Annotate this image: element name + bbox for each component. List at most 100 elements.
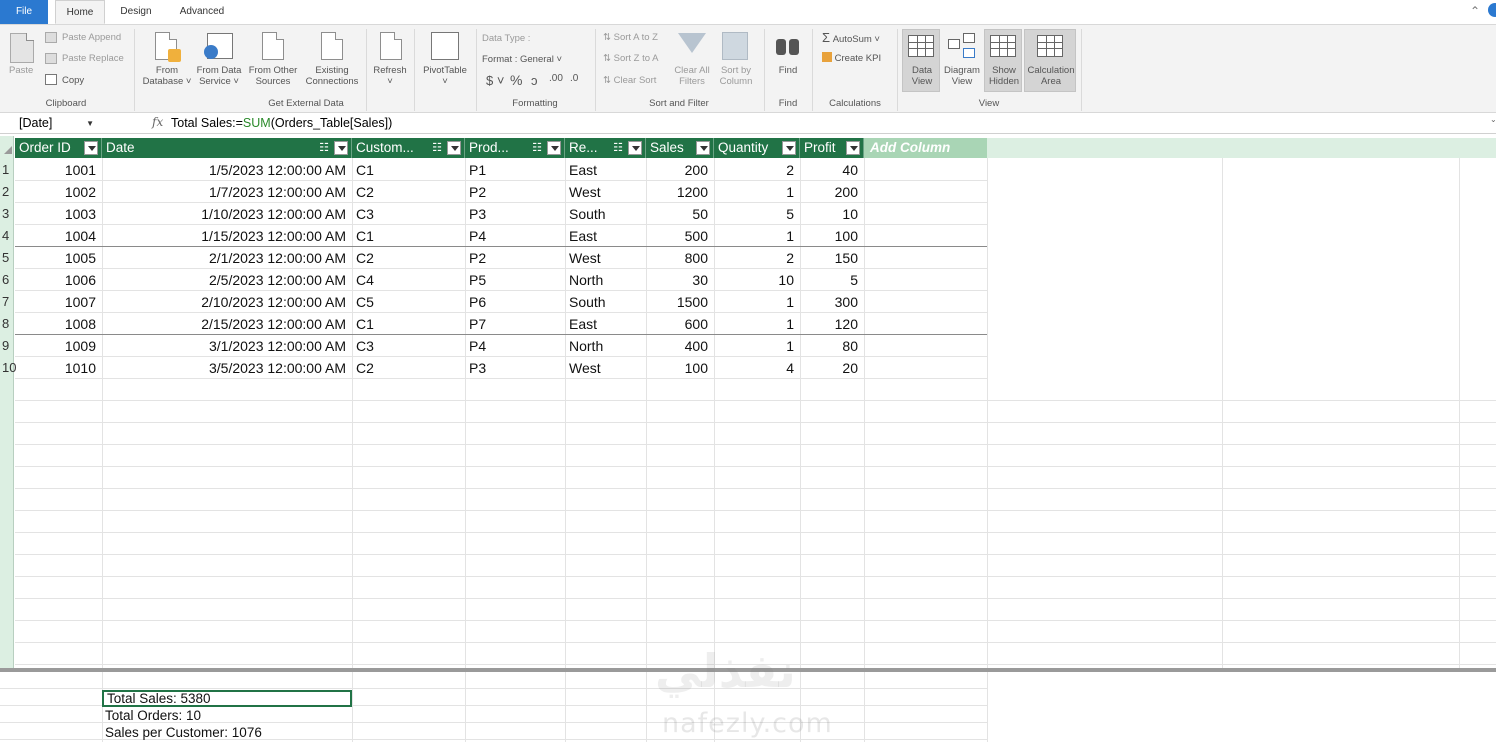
from-data-service-button[interactable]: From Data Service ˅ — [193, 65, 245, 87]
cell-customer[interactable]: C2 — [352, 357, 465, 379]
cell-date[interactable]: 3/5/2023 12:00:00 AM — [102, 357, 352, 379]
cell-region[interactable]: East — [565, 313, 646, 335]
cell-product[interactable]: P4 — [465, 335, 565, 357]
filter-dropdown-icon[interactable] — [84, 141, 98, 155]
cell-quantity[interactable]: 4 — [714, 357, 800, 379]
name-box[interactable]: [Date] ▼ — [14, 115, 100, 132]
header-product[interactable]: Prod... ☷ — [465, 138, 565, 158]
cell-profit[interactable]: 40 — [800, 159, 864, 181]
cell-quantity[interactable]: 5 — [714, 203, 800, 225]
cell-date[interactable]: 1/5/2023 12:00:00 AM — [102, 159, 352, 181]
copy-button[interactable]: Copy — [62, 75, 84, 86]
header-customer[interactable]: Custom... ☷ — [352, 138, 465, 158]
cell-customer[interactable]: C1 — [352, 159, 465, 181]
cell-sales[interactable]: 800 — [646, 247, 714, 269]
cell-product[interactable]: P6 — [465, 291, 565, 313]
cell-region[interactable]: East — [565, 159, 646, 181]
percent-format-button[interactable]: % — [510, 72, 522, 88]
cell-date[interactable]: 1/10/2023 12:00:00 AM — [102, 203, 352, 225]
find-button[interactable]: Find — [766, 65, 810, 76]
cell-product[interactable]: P5 — [465, 269, 565, 291]
cell-product[interactable]: P2 — [465, 247, 565, 269]
cell-date[interactable]: 3/1/2023 12:00:00 AM — [102, 335, 352, 357]
cell-product[interactable]: P4 — [465, 225, 565, 247]
filter-dropdown-icon[interactable] — [846, 141, 860, 155]
help-icon[interactable] — [1488, 3, 1496, 17]
fx-icon[interactable]: fx — [152, 115, 163, 129]
paste-icon[interactable] — [10, 33, 34, 63]
cell-sales[interactable]: 50 — [646, 203, 714, 225]
filter-dropdown-icon[interactable] — [696, 141, 710, 155]
cell-order-id[interactable]: 1005 — [15, 247, 102, 269]
cell-profit[interactable]: 150 — [800, 247, 864, 269]
row-number[interactable]: 5 — [0, 250, 14, 265]
cell-sales[interactable]: 100 — [646, 357, 714, 379]
cell-customer[interactable]: C3 — [352, 335, 465, 357]
cell-product[interactable]: P1 — [465, 159, 565, 181]
cell-profit[interactable]: 10 — [800, 203, 864, 225]
expand-formula-icon[interactable]: ⌄ — [1490, 115, 1496, 131]
cell-quantity[interactable]: 10 — [714, 269, 800, 291]
cell-profit[interactable]: 200 — [800, 181, 864, 203]
cell-customer[interactable]: C5 — [352, 291, 465, 313]
formula-input[interactable]: Total Sales:=SUM(Orders_Table[Sales]) — [171, 115, 392, 132]
data-type-label[interactable]: Data Type : — [482, 33, 530, 44]
cell-profit[interactable]: 80 — [800, 335, 864, 357]
cell-date[interactable]: 1/7/2023 12:00:00 AM — [102, 181, 352, 203]
cell-product[interactable]: P3 — [465, 357, 565, 379]
add-column-header[interactable]: Add Column — [864, 138, 987, 158]
sort-by-column-button[interactable]: Sort by Column — [712, 65, 760, 87]
cell-sales[interactable]: 400 — [646, 335, 714, 357]
cell-region[interactable]: North — [565, 269, 646, 291]
row-number[interactable]: 8 — [0, 316, 14, 331]
row-number[interactable]: 1 — [0, 162, 14, 177]
cell-profit[interactable]: 300 — [800, 291, 864, 313]
sort-z-a-button[interactable]: ⇅ Sort Z to A — [603, 53, 659, 64]
filter-dropdown-icon[interactable] — [547, 141, 561, 155]
cell-order-id[interactable]: 1004 — [15, 225, 102, 247]
row-number[interactable]: 6 — [0, 272, 14, 287]
cell-quantity[interactable]: 2 — [714, 247, 800, 269]
cell-customer[interactable]: C2 — [352, 247, 465, 269]
cell-date[interactable]: 2/5/2023 12:00:00 AM — [102, 269, 352, 291]
cell-customer[interactable]: C3 — [352, 203, 465, 225]
format-dropdown[interactable]: Format : General ˅ — [482, 54, 562, 65]
data-view-button[interactable]: Data View — [902, 29, 940, 92]
cell-profit[interactable]: 5 — [800, 269, 864, 291]
pivottable-icon[interactable] — [431, 32, 459, 60]
cell-product[interactable]: P7 — [465, 313, 565, 335]
cell-quantity[interactable]: 2 — [714, 159, 800, 181]
refresh-button[interactable]: Refresh ˅ — [368, 65, 412, 87]
refresh-icon[interactable] — [380, 32, 402, 60]
filter-dropdown-icon[interactable] — [628, 141, 642, 155]
cell-region[interactable]: East — [565, 225, 646, 247]
cell-region[interactable]: South — [565, 203, 646, 225]
comma-format-button[interactable]: ɔ — [531, 73, 538, 88]
cell-sales[interactable]: 600 — [646, 313, 714, 335]
cell-sales[interactable]: 1500 — [646, 291, 714, 313]
header-order-id[interactable]: Order ID — [15, 138, 102, 158]
cell-quantity[interactable]: 1 — [714, 181, 800, 203]
paste-replace-button[interactable]: Paste Replace — [62, 53, 124, 64]
increase-decimal-button[interactable]: .00 — [549, 73, 563, 84]
header-sales[interactable]: Sales — [646, 138, 714, 158]
tab-advanced[interactable]: Advanced — [170, 0, 234, 24]
filter-dropdown-icon[interactable] — [782, 141, 796, 155]
cell-date[interactable]: 2/10/2023 12:00:00 AM — [102, 291, 352, 313]
cell-product[interactable]: P2 — [465, 181, 565, 203]
autosum-button[interactable]: Σ AutoSum ˅ — [822, 30, 880, 45]
cell-region[interactable]: South — [565, 291, 646, 313]
row-number[interactable]: 4 — [0, 228, 14, 243]
clear-sort-button[interactable]: ⇅ Clear Sort — [603, 75, 656, 86]
cell-customer[interactable]: C1 — [352, 313, 465, 335]
cell-date[interactable]: 1/15/2023 12:00:00 AM — [102, 225, 352, 247]
pivottable-button[interactable]: PivotTable ˅ — [416, 65, 474, 87]
cell-date[interactable]: 2/15/2023 12:00:00 AM — [102, 313, 352, 335]
calculation-area-button[interactable]: Calculation Area — [1024, 29, 1076, 92]
select-all-corner[interactable] — [0, 138, 14, 156]
cell-quantity[interactable]: 1 — [714, 225, 800, 247]
from-database-button[interactable]: From Database ˅ — [140, 65, 194, 87]
create-kpi-button[interactable]: Create KPI — [822, 52, 881, 64]
cell-customer[interactable]: C1 — [352, 225, 465, 247]
filter-dropdown-icon[interactable] — [334, 141, 348, 155]
